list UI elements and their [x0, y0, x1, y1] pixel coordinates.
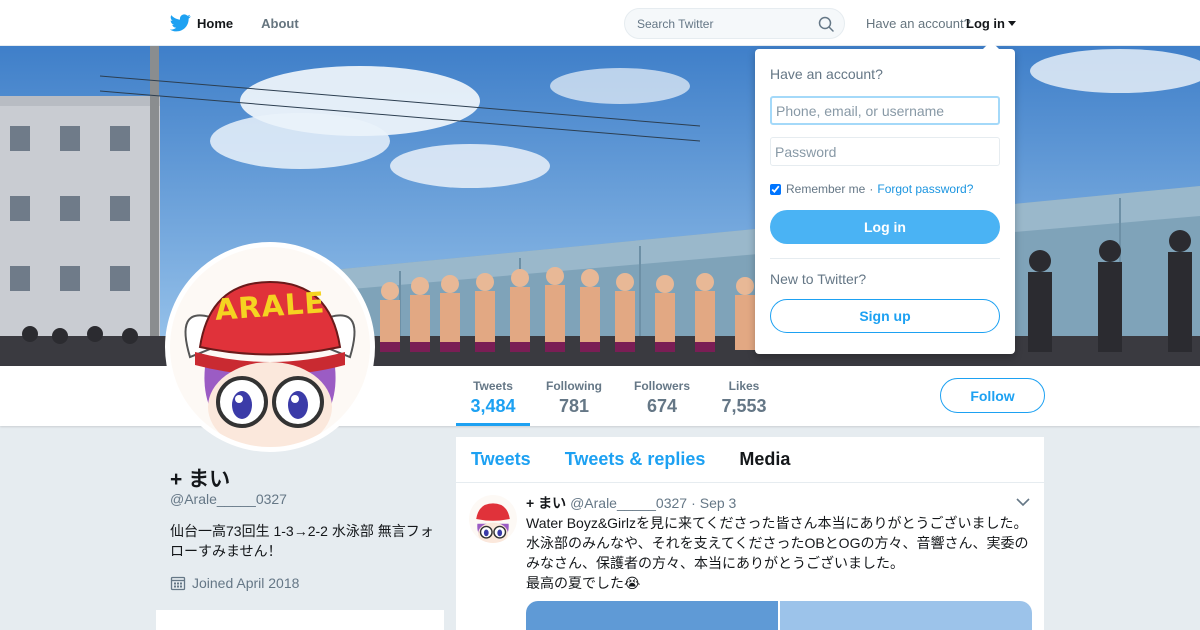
remember-me-label[interactable]: Remember me: [786, 182, 865, 196]
sidebar-card: [156, 610, 444, 630]
top-navigation-bar: Home About Have an account? Log in: [0, 0, 1200, 46]
have-account-text: Have an account?: [866, 16, 971, 31]
stat-tweets[interactable]: Tweets 3,484: [456, 366, 530, 426]
login-button[interactable]: Log in: [770, 210, 1000, 244]
chevron-down-icon[interactable]: [1016, 497, 1030, 507]
stat-followers-value: 674: [646, 396, 678, 416]
tweet[interactable]: + まい @Arale_____0327 · Sep 3 Water Boyz&…: [456, 483, 1044, 630]
tweet-text: Water Boyz&Girlzを見に来てくださった皆さん本当にありがとうござい…: [526, 513, 1036, 593]
caret-down-icon: [1008, 21, 1016, 26]
stat-followers[interactable]: Followers 674: [626, 366, 698, 426]
stat-likes[interactable]: Likes 7,553: [716, 366, 772, 426]
password-field[interactable]: [770, 137, 1000, 166]
login-link-label: Log in: [966, 16, 1005, 31]
stat-followers-label: Followers: [633, 379, 690, 393]
tweet-header: + まい @Arale_____0327 · Sep 3: [526, 493, 1032, 513]
profile-joined: Joined April 2018: [170, 575, 299, 591]
search-input[interactable]: [625, 9, 805, 38]
tweet-media[interactable]: [526, 601, 1032, 630]
divider: [770, 258, 1000, 259]
search-icon[interactable]: [818, 16, 834, 32]
forgot-password-link[interactable]: Forgot password?: [877, 182, 973, 196]
tweet-line: 水泳部のみんなや、それを支えてくださったOBとOGの方々、音響さん、実委のみなさ…: [526, 535, 1029, 571]
remember-row: Remember me · Forgot password?: [770, 182, 1000, 196]
nav-about-link[interactable]: About: [261, 0, 299, 46]
stat-following-label: Following: [546, 379, 602, 393]
tweet-separator: ·: [691, 495, 696, 511]
stat-following-value: 781: [558, 396, 590, 416]
tweet-media-photo-1[interactable]: [526, 601, 778, 630]
stat-tweets-value: 3,484: [470, 396, 516, 416]
twitter-bird-icon: [170, 14, 191, 32]
tweet-avatar-drawing: [469, 495, 517, 543]
login-dropdown: Have an account? Remember me · Forgot pa…: [755, 41, 1015, 354]
login-dropdown-toggle[interactable]: Log in: [966, 16, 1016, 31]
tweet-line: 最高の夏でした😭: [526, 575, 641, 591]
tweet-line: Water Boyz&Girlzを見に来てくださった皆さん本当にありがとうござい…: [526, 515, 1028, 531]
follow-button[interactable]: Follow: [940, 378, 1045, 413]
remember-me-checkbox[interactable]: [770, 183, 781, 195]
profile-joined-text: Joined April 2018: [192, 575, 300, 591]
tab-tweets-and-replies[interactable]: Tweets & replies: [565, 449, 706, 470]
profile-handle[interactable]: @Arale_____0327: [170, 491, 287, 507]
username-field[interactable]: [770, 96, 1000, 125]
tweet-avatar[interactable]: [469, 495, 517, 543]
stat-tweets-label: Tweets: [473, 379, 513, 393]
stat-likes-label: Likes: [728, 379, 760, 393]
profile-name: + まい: [170, 468, 231, 491]
arale-avatar-drawing: [170, 247, 370, 447]
tweet-timestamp[interactable]: Sep 3: [700, 495, 737, 511]
search-box: [624, 8, 845, 39]
nav-home-label: Home: [197, 15, 234, 31]
profile-bio: 仙台一高73回生 1-3→2-2 水泳部 無言フォローすみません！: [170, 523, 434, 559]
tab-tweets[interactable]: Tweets: [471, 449, 531, 470]
new-to-twitter-text: New to Twitter?: [770, 271, 867, 287]
remember-separator: ·: [869, 182, 874, 196]
tweet-author-name[interactable]: + まい: [526, 493, 566, 513]
calendar-icon: [170, 576, 186, 591]
nav-home-link[interactable]: Home: [170, 0, 233, 46]
timeline: Tweets Tweets & replies Media + まい @Aral…: [456, 437, 1044, 630]
tweet-author-handle[interactable]: @Arale_____0327: [570, 495, 687, 511]
nav-left-group: Home About: [170, 0, 327, 46]
timeline-tabs: Tweets Tweets & replies Media: [456, 437, 1044, 483]
tab-media[interactable]: Media: [739, 449, 790, 470]
profile-avatar[interactable]: ARALE: [165, 242, 375, 452]
login-dropdown-title: Have an account?: [770, 66, 883, 82]
signup-button[interactable]: Sign up: [770, 299, 1000, 333]
stat-following[interactable]: Following 781: [540, 366, 608, 426]
stat-likes-value: 7,553: [721, 396, 767, 416]
tweet-media-photo-2[interactable]: [780, 601, 1032, 630]
nav-about-label: About: [261, 15, 299, 31]
